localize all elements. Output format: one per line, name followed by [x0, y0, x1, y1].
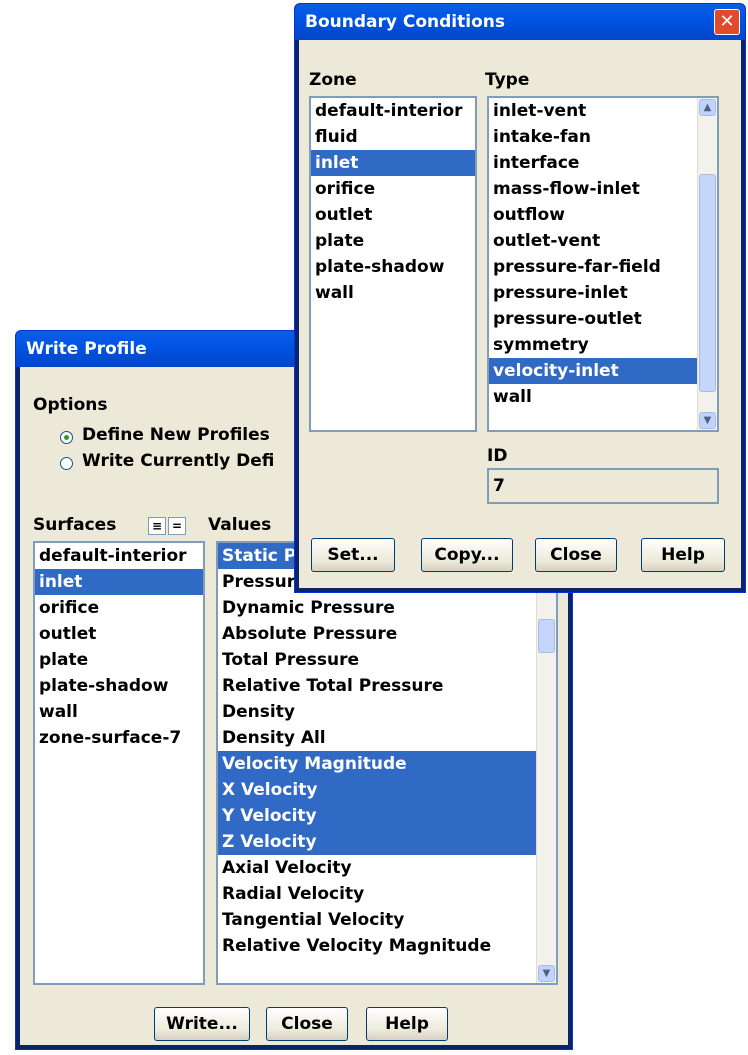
- write-currently-defined-label[interactable]: Write Currently Defi: [82, 451, 274, 471]
- value-item[interactable]: Density All: [218, 725, 556, 751]
- surface-item[interactable]: zone-surface-7: [35, 725, 203, 751]
- type-item[interactable]: outlet-vent: [489, 228, 717, 254]
- write-profile-title: Write Profile: [26, 339, 147, 359]
- zone-item[interactable]: fluid: [311, 124, 475, 150]
- zone-listbox[interactable]: default-interior fluid inlet orifice out…: [309, 96, 477, 432]
- type-item[interactable]: velocity-inlet: [489, 358, 698, 384]
- boundary-help-button[interactable]: Help: [641, 538, 725, 572]
- values-listbox[interactable]: Static Pressure Pressure Coefficient Dyn…: [216, 541, 558, 985]
- type-item[interactable]: pressure-outlet: [489, 306, 717, 332]
- values-scroll-down-icon[interactable]: ▼: [538, 965, 555, 982]
- type-item[interactable]: intake-fan: [489, 124, 717, 150]
- value-item[interactable]: Axial Velocity: [218, 855, 556, 881]
- values-scrollbar[interactable]: ▼: [536, 543, 556, 983]
- type-item[interactable]: inlet-vent: [489, 98, 717, 124]
- value-item[interactable]: Radial Velocity: [218, 881, 556, 907]
- zone-label: Zone: [309, 70, 357, 90]
- surface-item[interactable]: outlet: [35, 621, 203, 647]
- value-item[interactable]: Z Velocity: [218, 829, 537, 855]
- id-label: ID: [487, 446, 508, 466]
- type-item[interactable]: pressure-far-field: [489, 254, 717, 280]
- surface-item[interactable]: plate-shadow: [35, 673, 203, 699]
- boundary-close-button[interactable]: Close: [535, 538, 617, 572]
- type-item[interactable]: wall: [489, 384, 717, 410]
- define-new-profiles-radio[interactable]: [60, 431, 73, 444]
- value-item[interactable]: Relative Velocity Magnitude: [218, 933, 556, 959]
- type-item[interactable]: pressure-inlet: [489, 280, 717, 306]
- type-item[interactable]: interface: [489, 150, 717, 176]
- type-listbox[interactable]: inlet-vent intake-fan interface mass-flo…: [487, 96, 719, 432]
- boundary-conditions-window: Boundary Conditions ✕ Zone Type default-…: [294, 3, 746, 593]
- set-button[interactable]: Set...: [311, 538, 395, 572]
- surface-item[interactable]: inlet: [35, 569, 203, 595]
- options-label: Options: [33, 395, 108, 415]
- surfaces-listbox[interactable]: default-interior inlet orifice outlet pl…: [33, 541, 205, 985]
- zone-item[interactable]: orifice: [311, 176, 475, 202]
- surface-item[interactable]: orifice: [35, 595, 203, 621]
- value-item[interactable]: Velocity Magnitude: [218, 751, 537, 777]
- zone-item[interactable]: plate-shadow: [311, 254, 475, 280]
- write-profile-help-button[interactable]: Help: [366, 1007, 448, 1041]
- type-item[interactable]: symmetry: [489, 332, 717, 358]
- surfaces-select-all-button[interactable]: ≡: [148, 517, 166, 535]
- value-item[interactable]: Total Pressure: [218, 647, 556, 673]
- zone-item[interactable]: wall: [311, 280, 475, 306]
- surface-item[interactable]: plate: [35, 647, 203, 673]
- type-scroll-thumb[interactable]: [699, 174, 716, 392]
- zone-item[interactable]: default-interior: [311, 98, 475, 124]
- boundary-conditions-client: Zone Type default-interior fluid inlet o…: [299, 40, 741, 588]
- surface-item[interactable]: default-interior: [35, 543, 203, 569]
- write-button[interactable]: Write...: [154, 1007, 250, 1041]
- type-scroll-down-icon[interactable]: ▼: [699, 412, 716, 429]
- define-new-profiles-label[interactable]: Define New Profiles: [82, 425, 270, 445]
- write-currently-defined-radio[interactable]: [60, 457, 73, 470]
- close-icon[interactable]: ✕: [714, 9, 740, 35]
- value-item[interactable]: Tangential Velocity: [218, 907, 556, 933]
- boundary-conditions-titlebar[interactable]: Boundary Conditions ✕: [295, 4, 745, 40]
- surface-item[interactable]: wall: [35, 699, 203, 725]
- type-item[interactable]: mass-flow-inlet: [489, 176, 717, 202]
- boundary-conditions-title: Boundary Conditions: [305, 12, 505, 32]
- value-item[interactable]: Relative Total Pressure: [218, 673, 556, 699]
- type-scroll-up-icon[interactable]: ▲: [699, 99, 716, 116]
- zone-item[interactable]: outlet: [311, 202, 475, 228]
- value-item[interactable]: Y Velocity: [218, 803, 537, 829]
- surfaces-deselect-all-button[interactable]: =: [168, 517, 186, 535]
- values-scroll-thumb[interactable]: [538, 619, 555, 653]
- value-item[interactable]: Density: [218, 699, 556, 725]
- type-scrollbar[interactable]: ▲ ▼: [697, 98, 717, 430]
- zone-item[interactable]: plate: [311, 228, 475, 254]
- type-item[interactable]: outflow: [489, 202, 717, 228]
- copy-button[interactable]: Copy...: [421, 538, 513, 572]
- surfaces-label: Surfaces: [33, 515, 117, 535]
- value-item[interactable]: X Velocity: [218, 777, 537, 803]
- id-field: 7: [487, 468, 719, 504]
- type-label: Type: [485, 70, 530, 90]
- values-label: Values: [208, 515, 272, 535]
- zone-item[interactable]: inlet: [311, 150, 475, 176]
- value-item[interactable]: Absolute Pressure: [218, 621, 556, 647]
- write-profile-close-button[interactable]: Close: [266, 1007, 348, 1041]
- value-item[interactable]: Dynamic Pressure: [218, 595, 556, 621]
